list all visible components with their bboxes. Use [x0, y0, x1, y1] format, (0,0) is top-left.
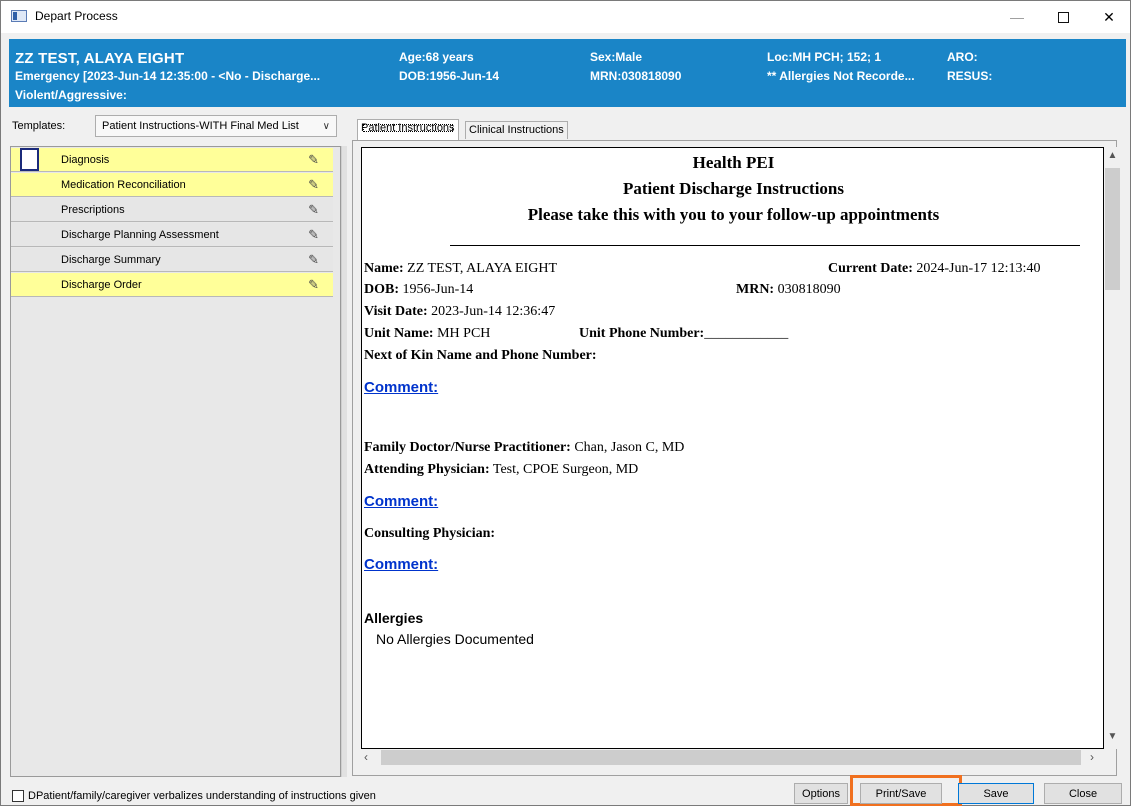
- doc-attending-physician: Attending Physician: Test, CPOE Surgeon,…: [364, 462, 639, 477]
- section-item-medication-reconciliation[interactable]: Medication Reconciliation ✎: [11, 173, 333, 197]
- save-button[interactable]: Save: [958, 783, 1034, 804]
- doc-header-org: Health PEI: [692, 153, 775, 172]
- understanding-checkbox[interactable]: [12, 790, 24, 802]
- header-divider: [450, 245, 1080, 246]
- scroll-up-icon[interactable]: ▲: [1104, 150, 1121, 166]
- window-title: Depart Process: [35, 9, 118, 23]
- section-item-label: Medication Reconciliation: [61, 178, 186, 191]
- encounter-info: Emergency [2023-Jun-14 12:35:00 - <No - …: [15, 69, 321, 83]
- pane-splitter[interactable]: [341, 146, 347, 777]
- close-window-button[interactable]: ✕: [1086, 1, 1131, 33]
- section-item-prescriptions[interactable]: Prescriptions ✎: [11, 198, 333, 222]
- doc-unit-phone: Unit Phone Number:____________: [579, 326, 789, 341]
- selection-indicator: [20, 148, 39, 171]
- app-icon: [11, 10, 27, 22]
- section-item-label: Discharge Planning Assessment: [61, 228, 219, 241]
- section-item-discharge-summary[interactable]: Discharge Summary ✎: [11, 248, 333, 272]
- allergy-status[interactable]: ** Allergies Not Recorde...: [767, 69, 915, 83]
- doc-header-title: Patient Discharge Instructions: [623, 179, 844, 198]
- sign-pen-icon: ✎: [308, 152, 319, 167]
- section-item-label: Diagnosis: [61, 153, 110, 166]
- print-save-button[interactable]: Print/Save: [860, 783, 942, 804]
- violent-aggressive-flag: Violent/Aggressive:: [15, 88, 127, 102]
- maximize-button[interactable]: [1040, 1, 1086, 33]
- resus-field: RESUS:: [947, 69, 993, 83]
- section-item-discharge-planning-assessment[interactable]: Discharge Planning Assessment ✎: [11, 223, 333, 247]
- vertical-scroll-thumb[interactable]: [1105, 168, 1120, 290]
- doc-name-line: Name: ZZ TEST, ALAYA EIGHT: [364, 261, 558, 276]
- chevron-down-icon: ∨: [322, 120, 330, 132]
- doc-unit-line: Unit Name: MH PCH: [364, 326, 491, 341]
- doc-next-of-kin: Next of Kin Name and Phone Number:: [364, 348, 597, 363]
- sign-pen-icon: ✎: [308, 177, 319, 192]
- doc-visit-date: Visit Date: 2023-Jun-14 12:36:47: [364, 304, 556, 319]
- patient-age: Age:68 years: [399, 50, 474, 64]
- section-item-label: Prescriptions: [61, 203, 125, 216]
- comment-link-1[interactable]: Comment:: [364, 379, 438, 396]
- section-item-label: Discharge Summary: [61, 253, 161, 266]
- patient-mrn: MRN:030818090: [590, 69, 682, 83]
- patient-banner: ZZ TEST, ALAYA EIGHT Emergency [2023-Jun…: [9, 39, 1126, 107]
- tab-label: Clinical Instructions: [469, 124, 564, 136]
- patient-dob: DOB:1956-Jun-14: [399, 69, 500, 83]
- section-item-discharge-order[interactable]: Discharge Order ✎: [11, 273, 333, 297]
- templates-dropdown[interactable]: Patient Instructions-WITH Final Med List…: [95, 115, 337, 137]
- tab-label: Patient Instructions: [361, 122, 455, 134]
- maximize-icon: [1057, 11, 1069, 23]
- options-button[interactable]: Options: [794, 783, 848, 804]
- section-item-diagnosis[interactable]: Diagnosis ✎: [11, 148, 333, 172]
- doc-family-doctor: Family Doctor/Nurse Practitioner: Chan, …: [364, 440, 685, 455]
- doc-header-subtitle: Please take this with you to your follow…: [527, 205, 940, 224]
- patient-sex: Sex:Male: [590, 50, 643, 64]
- doc-mrn: MRN: 030818090: [736, 282, 841, 297]
- aro-field: ARO:: [947, 50, 978, 64]
- comment-link-2[interactable]: Comment:: [364, 493, 438, 510]
- patient-name[interactable]: ZZ TEST, ALAYA EIGHT: [15, 50, 184, 67]
- horizontal-scroll-thumb[interactable]: [381, 750, 1081, 765]
- title-bar: Depart Process — ✕: [1, 1, 1130, 33]
- scroll-down-icon[interactable]: ▼: [1104, 731, 1121, 747]
- close-button[interactable]: Close: [1044, 783, 1122, 804]
- templates-selected-value: Patient Instructions-WITH Final Med List: [102, 120, 299, 132]
- doc-consulting-physician: Consulting Physician:: [364, 526, 496, 541]
- tab-patient-instructions[interactable]: Patient Instructions: [357, 119, 459, 140]
- templates-label: Templates:: [12, 120, 66, 132]
- discharge-document: Health PEI Patient Discharge Instruction…: [361, 147, 1104, 749]
- doc-allergies-heading: Allergies: [364, 610, 424, 626]
- sign-pen-icon: ✎: [308, 252, 319, 267]
- doc-allergies-value: No Allergies Documented: [376, 631, 534, 647]
- patient-location: Loc:MH PCH; 152; 1: [767, 50, 882, 64]
- section-item-label: Discharge Order: [61, 278, 142, 291]
- understanding-checkbox-label: DPatient/family/caregiver verbalizes und…: [28, 790, 376, 802]
- comment-link-3[interactable]: Comment:: [364, 556, 438, 573]
- tab-clinical-instructions[interactable]: Clinical Instructions: [465, 121, 568, 139]
- scroll-left-icon[interactable]: ‹: [364, 750, 368, 764]
- sign-pen-icon: ✎: [308, 277, 319, 292]
- minimize-button[interactable]: —: [994, 1, 1040, 33]
- sign-pen-icon: ✎: [308, 227, 319, 242]
- scroll-right-icon[interactable]: ›: [1090, 750, 1094, 764]
- doc-current-date: Current Date: 2024-Jun-17 12:13:40: [828, 261, 1041, 276]
- doc-dob-line: DOB: 1956-Jun-14: [364, 282, 474, 297]
- sign-pen-icon: ✎: [308, 202, 319, 217]
